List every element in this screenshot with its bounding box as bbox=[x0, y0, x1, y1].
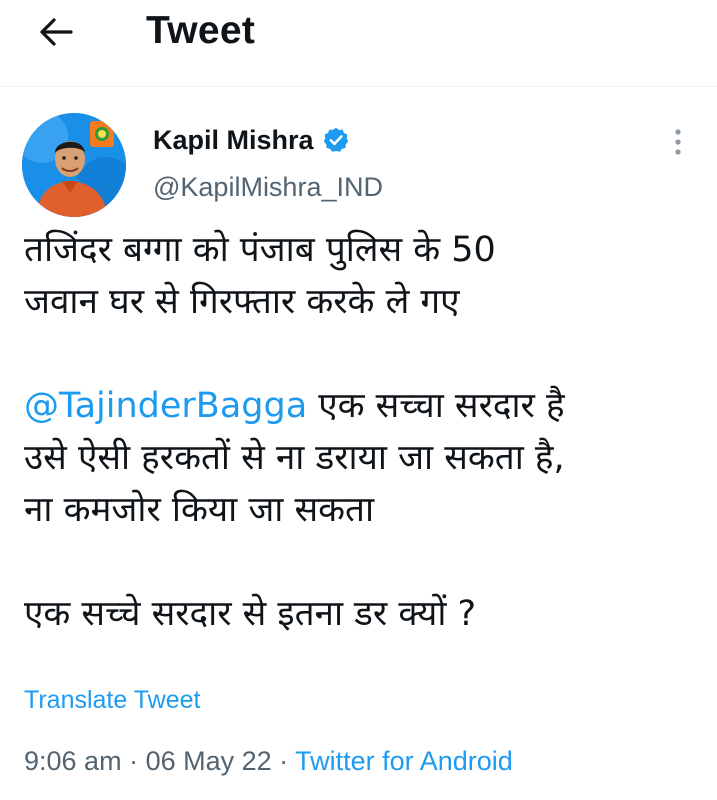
mention-link[interactable]: @TajinderBagga bbox=[24, 386, 307, 426]
meta-separator: · bbox=[271, 746, 296, 776]
meta-separator: · bbox=[121, 746, 146, 776]
tweet-line: ना कमजोर किया जा सकता bbox=[24, 490, 375, 530]
page-title: Tweet bbox=[146, 9, 256, 52]
tweet-metadata: 9:06 am · 06 May 22 · Twitter for Androi… bbox=[24, 743, 513, 779]
author-name-label: Kapil Mishra bbox=[153, 125, 314, 155]
tweet-line: उसे ऐसी हरकतों से ना डराया जा सकता है, bbox=[24, 438, 565, 478]
tweet-line: तजिंदर बग्गा को पंजाब पुलिस के 50 bbox=[24, 230, 496, 270]
arrow-left-icon bbox=[40, 18, 73, 46]
profile-photo bbox=[22, 113, 126, 217]
more-options-button[interactable] bbox=[664, 122, 692, 162]
author-handle[interactable]: @KapilMishra_IND bbox=[153, 170, 383, 204]
tweet-line-mention: @TajinderBagga एक सच्चा सरदार है bbox=[24, 380, 704, 432]
tweet-line-rest: एक सच्चा सरदार है bbox=[307, 386, 565, 426]
vertical-ellipsis-icon bbox=[675, 129, 681, 155]
tweet-time: 9:06 am bbox=[24, 746, 122, 776]
tweet-line: जवान घर से गिरफ्तार करके ले गए bbox=[24, 282, 460, 322]
author-name[interactable]: Kapil Mishra bbox=[153, 123, 350, 157]
top-app-bar: Tweet bbox=[0, 0, 717, 87]
tweet-line: एक सच्चे सरदार से इतना डर क्यों ? bbox=[24, 594, 477, 634]
tweet-text: तजिंदर बग्गा को पंजाब पुलिस के 50 जवान घ… bbox=[24, 224, 704, 640]
tweet-source-link[interactable]: Twitter for Android bbox=[295, 746, 513, 776]
avatar[interactable] bbox=[22, 113, 126, 217]
tweet-date: 06 May 22 bbox=[145, 746, 272, 776]
translate-tweet-link[interactable]: Translate Tweet bbox=[24, 684, 200, 716]
verified-badge-icon bbox=[323, 127, 348, 152]
back-button[interactable] bbox=[30, 10, 82, 54]
